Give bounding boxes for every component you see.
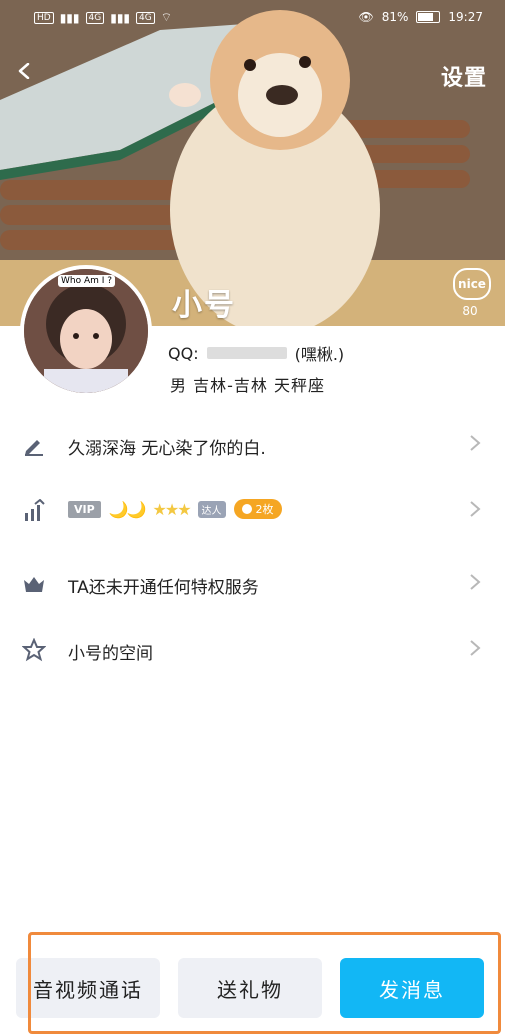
privilege-row[interactable]: TA还未开通任何特权服务 <box>0 555 505 611</box>
qq-number-mask <box>206 347 287 359</box>
settings-button[interactable]: 设置 <box>441 60 487 92</box>
network-badge-1: 4G <box>85 11 105 24</box>
wifi-icon: ⌔ <box>160 10 173 24</box>
chevron-left-icon[interactable] <box>16 63 32 79</box>
call-button[interactable]: 音视频通话 <box>16 958 160 1018</box>
network-badge-2: 4G <box>136 11 155 24</box>
status-right: 👁 81% 19:27 <box>359 10 484 24</box>
qq-line: QQ: (嘿楸.) <box>168 341 344 365</box>
action-bar: 音视频通话 送礼物 发消息 <box>0 938 505 1036</box>
gold-count: 2枚 <box>255 503 274 516</box>
signal-icon: ▮▮▮ <box>59 10 80 25</box>
nice-count: 80 <box>462 304 478 318</box>
battery-icon <box>416 11 441 23</box>
level-badges: VIP 🌙🌙 ★★★ 达人 2枚 <box>68 499 282 519</box>
space-text: 小号的空间 <box>68 644 153 664</box>
moon-icons: 🌙🌙 <box>108 499 147 519</box>
avatar-photo <box>24 269 148 393</box>
message-button[interactable]: 发消息 <box>340 958 484 1018</box>
gift-button[interactable]: 送礼物 <box>178 958 322 1018</box>
level-row[interactable]: VIP 🌙🌙 ★★★ 达人 2枚 <box>0 482 505 538</box>
signal-icon-2: ▮▮▮ <box>110 10 131 25</box>
nice-badge-label: nice <box>453 268 491 300</box>
signature-row[interactable]: 久溺深海 无心染了你的白. <box>0 416 505 472</box>
star-icon <box>22 638 46 662</box>
clock: 19:27 <box>448 10 483 24</box>
avatar[interactable]: Who Am I ? <box>20 265 152 397</box>
hd-badge: HD <box>34 11 54 24</box>
pencil-icon <box>25 440 43 456</box>
gold-badge: 2枚 <box>233 499 282 519</box>
expert-badge: 达人 <box>197 500 226 518</box>
chevron-right-icon <box>470 501 481 517</box>
crown-icon <box>24 577 44 592</box>
qq-label: QQ: <box>168 343 199 363</box>
eye-icon: 👁 <box>358 10 374 24</box>
level-icon <box>25 499 45 521</box>
star-icons: ★★★ <box>152 499 192 519</box>
chevron-right-icon <box>470 574 481 590</box>
profile-details: 男 吉林-吉林 天秤座 <box>170 376 325 395</box>
battery-percent: 81% <box>381 10 409 24</box>
coin-icon <box>241 504 252 514</box>
chevron-right-icon <box>470 640 481 656</box>
signature-text: 久溺深海 无心染了你的白. <box>68 439 266 459</box>
status-left: HD ▮▮▮ 4G ▮▮▮ 4G ⌔ <box>34 10 172 25</box>
space-row[interactable]: 小号的空间 <box>0 621 505 677</box>
qq-suffix: (嘿楸.) <box>294 345 345 364</box>
privilege-text: TA还未开通任何特权服务 <box>68 578 259 598</box>
chevron-right-icon <box>470 435 481 451</box>
profile-nickname: 小号 <box>172 288 236 323</box>
vip-badge: VIP <box>68 500 101 518</box>
status-bar: HD ▮▮▮ 4G ▮▮▮ 4G ⌔ 👁 81% 19:27 <box>0 0 505 40</box>
nice-badge[interactable]: nice 80 <box>453 268 491 318</box>
avatar-caption: Who Am I ? <box>58 275 116 287</box>
